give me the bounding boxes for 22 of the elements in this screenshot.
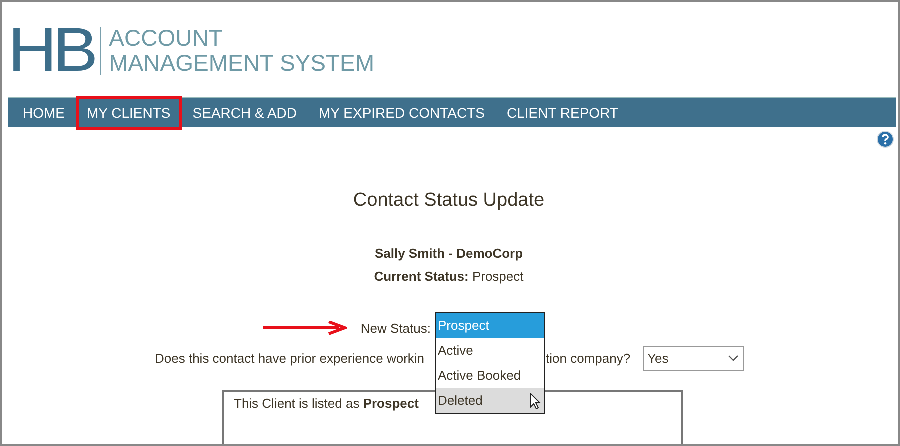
nav-link[interactable]: CLIENT REPORT (496, 98, 630, 128)
current-status: Current Status: Prospect (373, 268, 525, 286)
page-title: Contact Status Update (352, 189, 546, 213)
logo-text: ACCOUNT (109, 26, 224, 50)
experience-select[interactable]: Yes (642, 346, 744, 370)
logo-mark: HB (8, 20, 94, 82)
contact-name: Sally Smith - DemoCorp (374, 245, 524, 263)
chevron-down-icon (728, 354, 739, 362)
dropdown-option[interactable]: Active Booked (436, 363, 544, 388)
nav-link[interactable]: MY EXPIRED CONTACTS (308, 98, 496, 128)
dropdown-option[interactable]: Prospect (436, 313, 544, 338)
nav-link[interactable]: SEARCH & ADD (182, 98, 308, 128)
help-icon[interactable] (877, 131, 894, 148)
nav-link[interactable]: MY CLIENTS (76, 96, 182, 130)
dropdown-option[interactable]: Deleted (436, 388, 544, 413)
question-text: Does this contact have prior experience workin (155, 350, 426, 366)
nav-link[interactable]: HOME (12, 98, 76, 128)
dropdown-option[interactable]: Active (436, 338, 544, 363)
mouse-pointer-icon (530, 393, 542, 410)
new-status-label: New Status: (360, 320, 431, 336)
logo-text: MANAGEMENT SYSTEM (109, 50, 375, 76)
question-text: tion company? (546, 350, 631, 366)
